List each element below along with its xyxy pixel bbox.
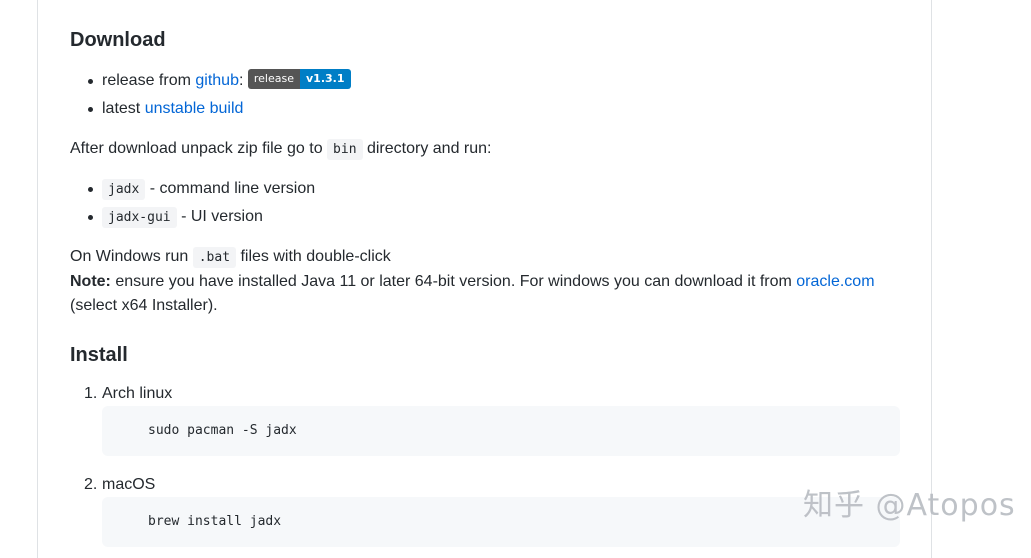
note-label: Note: <box>70 273 111 290</box>
badge-version: v1.3.1 <box>300 69 351 89</box>
bat-code: .bat <box>192 247 237 268</box>
windows-paragraph: On Windows run .bat files with double-cl… <box>70 245 900 318</box>
install-steps: 1. Arch linux sudo pacman -S jadx 2. mac… <box>70 382 900 547</box>
step-number: 2. <box>84 476 98 493</box>
unstable-build-link[interactable]: unstable build <box>145 100 244 117</box>
windows-text-2: files with double-click <box>236 248 391 265</box>
jadx-code: jadx <box>102 179 146 200</box>
jadx-gui-desc: - UI version <box>176 208 263 225</box>
after-text-2: directory and run: <box>362 140 492 157</box>
install-heading: Install <box>70 344 128 366</box>
badge-label: release <box>247 69 300 89</box>
note-suffix: (select x64 Installer). <box>70 297 218 314</box>
list-item-jadx: jadx - command line version <box>70 177 900 205</box>
release-prefix: release from <box>102 72 196 89</box>
watermark: 知乎 @Atopos <box>803 488 1016 523</box>
download-list: release from github: release v1.3.1 lates… <box>70 69 900 121</box>
release-badge[interactable]: release v1.3.1 <box>247 69 351 89</box>
jadx-gui-code: jadx-gui <box>102 207 177 228</box>
jadx-desc: - command line version <box>145 180 316 197</box>
step-number: 1. <box>84 385 98 402</box>
list-item-release: release from github: release v1.3.1 <box>70 69 900 97</box>
windows-text: On Windows run <box>70 248 193 265</box>
install-step-arch: 1. Arch linux sudo pacman -S jadx <box>70 382 900 473</box>
oracle-link[interactable]: oracle.com <box>796 273 874 290</box>
download-heading: Download <box>70 29 166 51</box>
after-download-paragraph: After download unpack zip file go to bin… <box>70 137 900 162</box>
list-item-jadx-gui: jadx-gui - UI version <box>70 205 900 230</box>
note-text: ensure you have installed Java 11 or lat… <box>110 273 797 290</box>
latest-prefix: latest <box>102 100 145 117</box>
step-label: Arch linux <box>102 385 173 402</box>
colon: : <box>238 72 244 89</box>
github-link[interactable]: github <box>195 72 239 89</box>
code-block-arch: sudo pacman -S jadx <box>102 406 900 456</box>
list-item-latest: latest unstable build <box>70 97 900 121</box>
run-list: jadx - command line version jadx-gui - U… <box>70 177 900 230</box>
bin-code: bin <box>327 139 363 160</box>
install-step-macos: 2. macOS brew install jadx <box>70 473 900 547</box>
after-text: After download unpack zip file go to <box>70 140 328 157</box>
step-label: macOS <box>102 476 156 493</box>
code-block-macos: brew install jadx <box>102 497 900 547</box>
